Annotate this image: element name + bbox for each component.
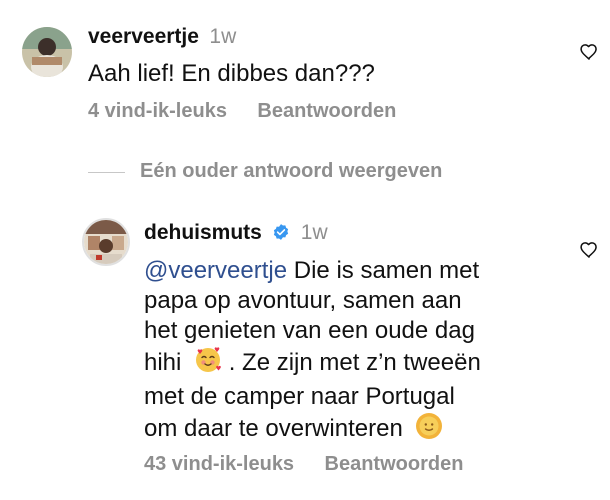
comment-username[interactable]: veerveertje: [88, 25, 199, 48]
smiling-face-with-hearts-emoji: [194, 346, 222, 382]
replies-divider: [88, 172, 125, 173]
reply-line: papa op avontuur, samen aan: [144, 287, 462, 314]
verified-badge-icon: [272, 223, 290, 246]
likes-count[interactable]: 43 vind-ik-leuks: [144, 453, 294, 475]
reply-button[interactable]: Beantwoorden: [325, 453, 464, 475]
heart-outline-icon[interactable]: [579, 240, 599, 260]
reply-line: om daar te overwinteren: [144, 415, 403, 442]
reply-line: met de camper naar Portugal: [144, 383, 455, 410]
reply-header: dehuismuts 1w: [144, 221, 328, 246]
reply-button[interactable]: Beantwoorden: [257, 100, 396, 122]
reply-actions: 43 vind-ik-leuks Beantwoorden: [144, 453, 463, 476]
heart-outline-icon[interactable]: [579, 42, 599, 62]
reply-line: het genieten van een oude dag: [144, 317, 475, 344]
view-replies-button[interactable]: Eén ouder antwoord weergeven: [140, 160, 442, 183]
sun-with-face-emoji: [415, 412, 443, 448]
reply-text: @veerveertje Die is samen met papa op av…: [144, 256, 564, 448]
avatar-veerveertje[interactable]: [22, 27, 72, 77]
reply-time: 1w: [300, 221, 328, 244]
reply-line: Die is samen met: [293, 257, 480, 284]
reply-username[interactable]: dehuismuts: [144, 221, 262, 244]
likes-count[interactable]: 4 vind-ik-leuks: [88, 100, 227, 122]
comment-text: Aah lief! En dibbes dan???: [88, 60, 375, 87]
comment-header: veerveertje 1w: [88, 25, 236, 49]
reply-line: . Ze zijn met z’n tweeën: [228, 349, 481, 376]
mention-link[interactable]: @veerveertje: [144, 257, 287, 284]
reply-line: hihi: [144, 349, 182, 376]
comment-actions: 4 vind-ik-leuks Beantwoorden: [88, 100, 396, 123]
avatar-dehuismuts[interactable]: [82, 218, 130, 266]
comment-time: 1w: [209, 25, 237, 48]
